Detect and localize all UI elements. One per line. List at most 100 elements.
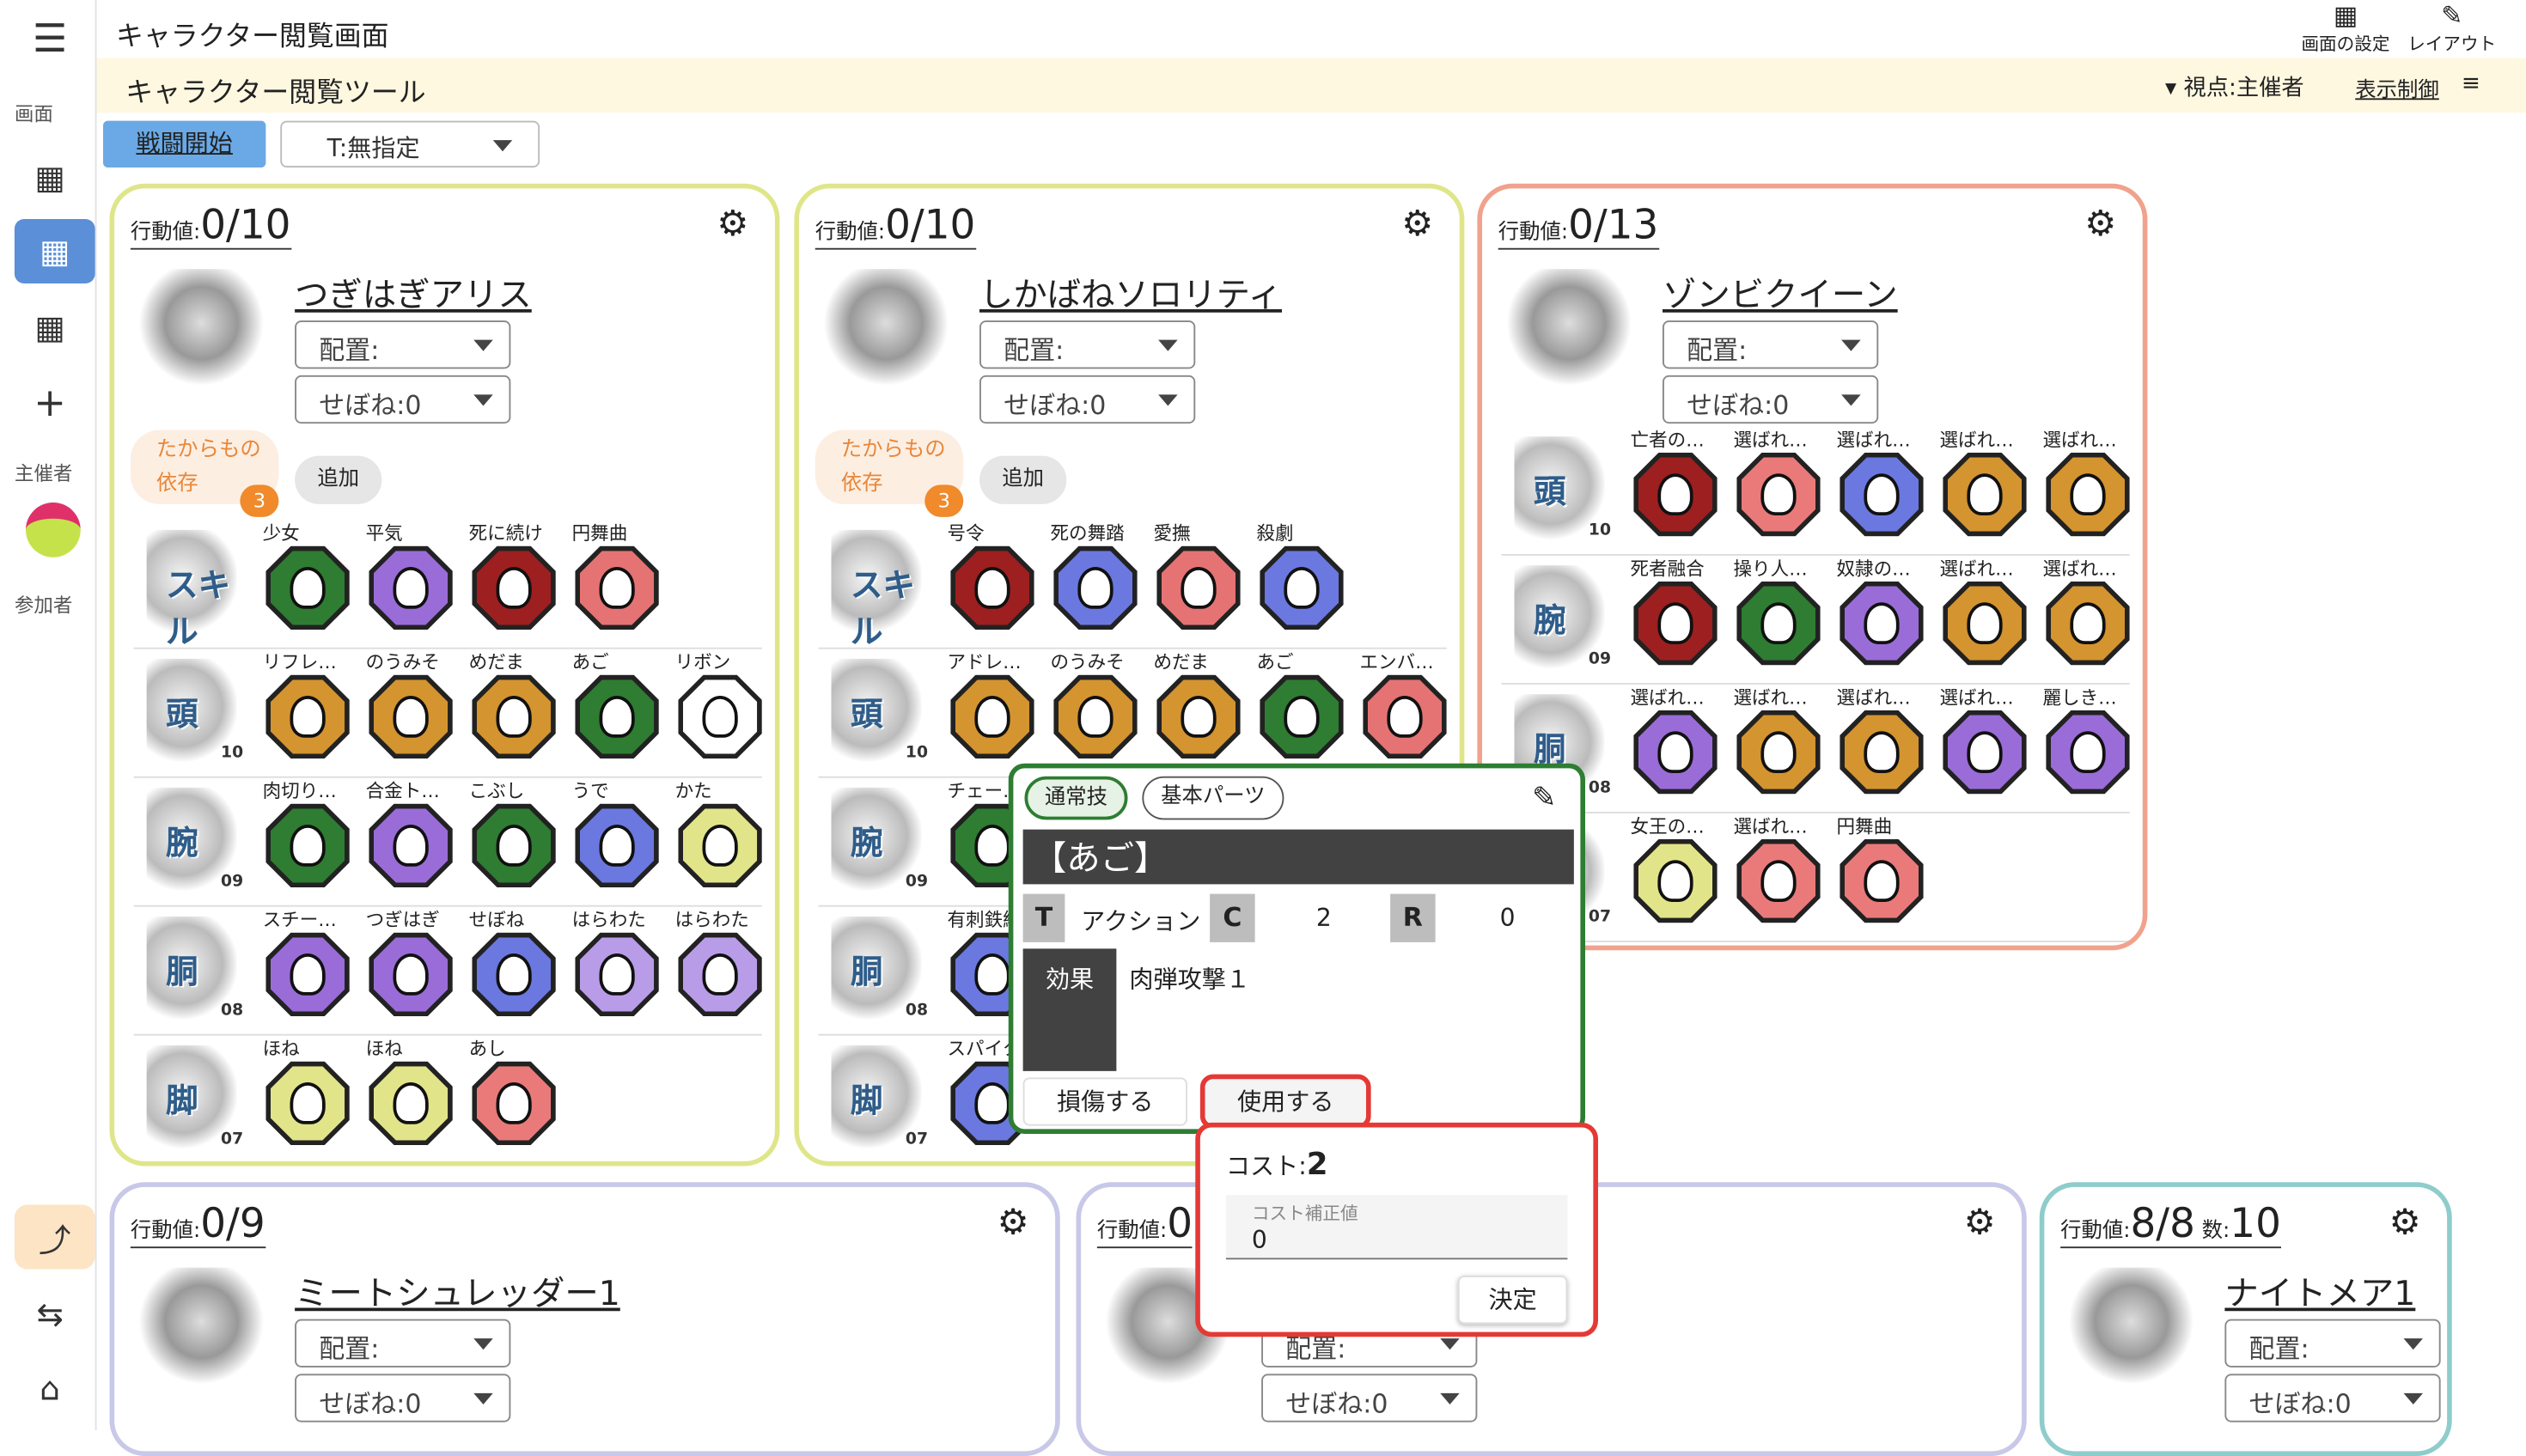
- part-item[interactable]: 選ばれ…: [1830, 685, 1933, 795]
- part-item[interactable]: せぼね: [462, 907, 565, 1017]
- menu-open-icon[interactable]: ≡: [2462, 71, 2480, 97]
- part-item[interactable]: 少女: [256, 521, 359, 631]
- part-item[interactable]: 麗しき…: [2036, 685, 2139, 795]
- part-item[interactable]: 死者融合: [1624, 556, 1727, 666]
- part-item[interactable]: 選ばれ…: [1727, 427, 1830, 537]
- dashboard-icon-3[interactable]: ▦: [18, 295, 82, 359]
- placement-select[interactable]: 配置:: [979, 320, 1195, 369]
- part-item[interactable]: あご: [1250, 649, 1353, 759]
- share-icon[interactable]: ⤴: [15, 1205, 95, 1270]
- add-button[interactable]: 追加: [979, 456, 1066, 504]
- part-item[interactable]: 殺劇: [1250, 521, 1353, 631]
- part-item[interactable]: めだま: [462, 649, 565, 759]
- sebone-select[interactable]: せぼね:0: [2224, 1374, 2440, 1422]
- part-item[interactable]: 選ばれ…: [1727, 685, 1830, 795]
- part-item[interactable]: 選ばれ…: [2036, 427, 2139, 537]
- part-item[interactable]: 平気: [359, 521, 462, 631]
- timing-select[interactable]: T:無指定: [280, 121, 540, 168]
- home-icon[interactable]: ⌂: [18, 1356, 82, 1421]
- part-item[interactable]: こぶし: [462, 778, 565, 888]
- viewpoint-select[interactable]: ▾ 視点:主催者: [2165, 71, 2304, 104]
- part-item[interactable]: 死に続け: [462, 521, 565, 631]
- part-item[interactable]: 操り人…: [1727, 556, 1830, 666]
- placement-select[interactable]: 配置:: [1663, 320, 1878, 369]
- top-bar: キャラクター閲覧画面 ▦ 画面の設定 ✎ レイアウト: [97, 0, 2526, 58]
- placement-select[interactable]: 配置:: [295, 320, 510, 369]
- rail-section-participant: 参加者: [15, 591, 73, 618]
- screen-settings-button[interactable]: ▦ 画面の設定: [2297, 0, 2395, 57]
- part-item[interactable]: はらわた: [565, 907, 668, 1017]
- part-item[interactable]: 円舞曲: [1830, 813, 1933, 923]
- menu-icon[interactable]: ☰: [18, 7, 82, 71]
- part-item[interactable]: 肉切り…: [256, 778, 359, 888]
- part-item[interactable]: 選ばれ…: [1727, 813, 1830, 923]
- part-item[interactable]: つぎはぎ: [359, 907, 462, 1017]
- part-item[interactable]: かた: [668, 778, 772, 888]
- confirm-button[interactable]: 決定: [1458, 1276, 1568, 1324]
- tab-normal-skill[interactable]: 通常技: [1025, 777, 1128, 820]
- part-item[interactable]: 選ばれ…: [1933, 427, 2036, 537]
- character-name[interactable]: ナイトメア1: [2224, 1268, 2415, 1316]
- sebone-select[interactable]: せぼね:0: [295, 1374, 510, 1422]
- placement-select[interactable]: 配置:: [2224, 1319, 2440, 1368]
- sebone-select[interactable]: せぼね:0: [1663, 375, 1878, 423]
- part-item[interactable]: はらわた: [668, 907, 772, 1017]
- character-name[interactable]: つぎはぎアリス: [295, 269, 532, 317]
- sebone-select[interactable]: せぼね:0: [1261, 1374, 1477, 1422]
- character-name[interactable]: ミートシュレッダー1: [295, 1268, 620, 1316]
- part-item[interactable]: リフレ…: [256, 649, 359, 759]
- part-item[interactable]: スチー…: [256, 907, 359, 1017]
- character-name[interactable]: ゾンビクイーン: [1663, 269, 1898, 317]
- part-item[interactable]: 亡者の…: [1624, 427, 1727, 537]
- gear-icon[interactable]: ⚙: [2389, 1203, 2421, 1244]
- part-item[interactable]: ほね: [359, 1036, 462, 1146]
- part-item[interactable]: 円舞曲: [565, 521, 668, 631]
- part-item[interactable]: 号令: [941, 521, 1044, 631]
- dashboard-icon[interactable]: ▦: [18, 145, 82, 210]
- host-avatar[interactable]: [26, 503, 81, 557]
- part-item[interactable]: リボン: [668, 649, 772, 759]
- house-arrows-icon[interactable]: ⇆: [18, 1282, 82, 1347]
- part-item[interactable]: うで: [565, 778, 668, 888]
- gear-icon[interactable]: ⚙: [1401, 204, 1433, 245]
- part-item[interactable]: ほね: [256, 1036, 359, 1146]
- gear-icon[interactable]: ⚙: [1964, 1203, 1996, 1244]
- part-icon: [1638, 458, 1712, 532]
- layout-button[interactable]: ✎ レイアウト: [2404, 0, 2501, 57]
- part-item[interactable]: のうみそ: [359, 649, 462, 759]
- part-item[interactable]: 愛撫: [1147, 521, 1250, 631]
- gear-icon[interactable]: ⚙: [717, 204, 748, 245]
- part-icon: [1845, 716, 1919, 789]
- damage-button[interactable]: 損傷する: [1023, 1077, 1187, 1125]
- cost-adjust-field[interactable]: コスト補正値 0: [1226, 1195, 1568, 1259]
- tab-basic-parts[interactable]: 基本パーツ: [1142, 777, 1284, 820]
- sebone-select[interactable]: せぼね:0: [979, 375, 1195, 423]
- gear-icon[interactable]: ⚙: [998, 1203, 1029, 1244]
- dashboard-active-icon[interactable]: ▦: [15, 219, 95, 283]
- part-item[interactable]: 選ばれ…: [1933, 685, 2036, 795]
- add-button[interactable]: 追加: [295, 456, 381, 504]
- part-item[interactable]: めだま: [1147, 649, 1250, 759]
- add-icon[interactable]: +: [18, 370, 82, 435]
- battle-start-button[interactable]: 戦闘開始: [103, 121, 265, 168]
- sebone-select[interactable]: せぼね:0: [295, 375, 510, 423]
- part-item[interactable]: 女王の…: [1624, 813, 1727, 923]
- pencil-icon[interactable]: ✎: [1532, 781, 1556, 814]
- display-control-link[interactable]: 表示制御: [2355, 72, 2439, 103]
- part-item[interactable]: エンバ…: [1353, 649, 1456, 759]
- part-item[interactable]: アドレ…: [941, 649, 1044, 759]
- part-item[interactable]: 選ばれ…: [2036, 556, 2139, 666]
- gear-icon[interactable]: ⚙: [2084, 204, 2116, 245]
- placement-select[interactable]: 配置:: [295, 1319, 510, 1368]
- part-item[interactable]: 合金ト…: [359, 778, 462, 888]
- part-item[interactable]: 選ばれ…: [1624, 685, 1727, 795]
- character-name[interactable]: しかばねソロリティ: [979, 269, 1282, 317]
- part-item[interactable]: 選ばれ…: [1830, 427, 1933, 537]
- part-item[interactable]: あし: [462, 1036, 565, 1146]
- part-item[interactable]: 死の舞踏: [1044, 521, 1147, 631]
- part-item[interactable]: あご: [565, 649, 668, 759]
- part-item[interactable]: 奴隷の…: [1830, 556, 1933, 666]
- part-item[interactable]: のうみそ: [1044, 649, 1147, 759]
- part-item[interactable]: 選ばれ…: [1933, 556, 2036, 666]
- use-button[interactable]: 使用する: [1200, 1075, 1371, 1130]
